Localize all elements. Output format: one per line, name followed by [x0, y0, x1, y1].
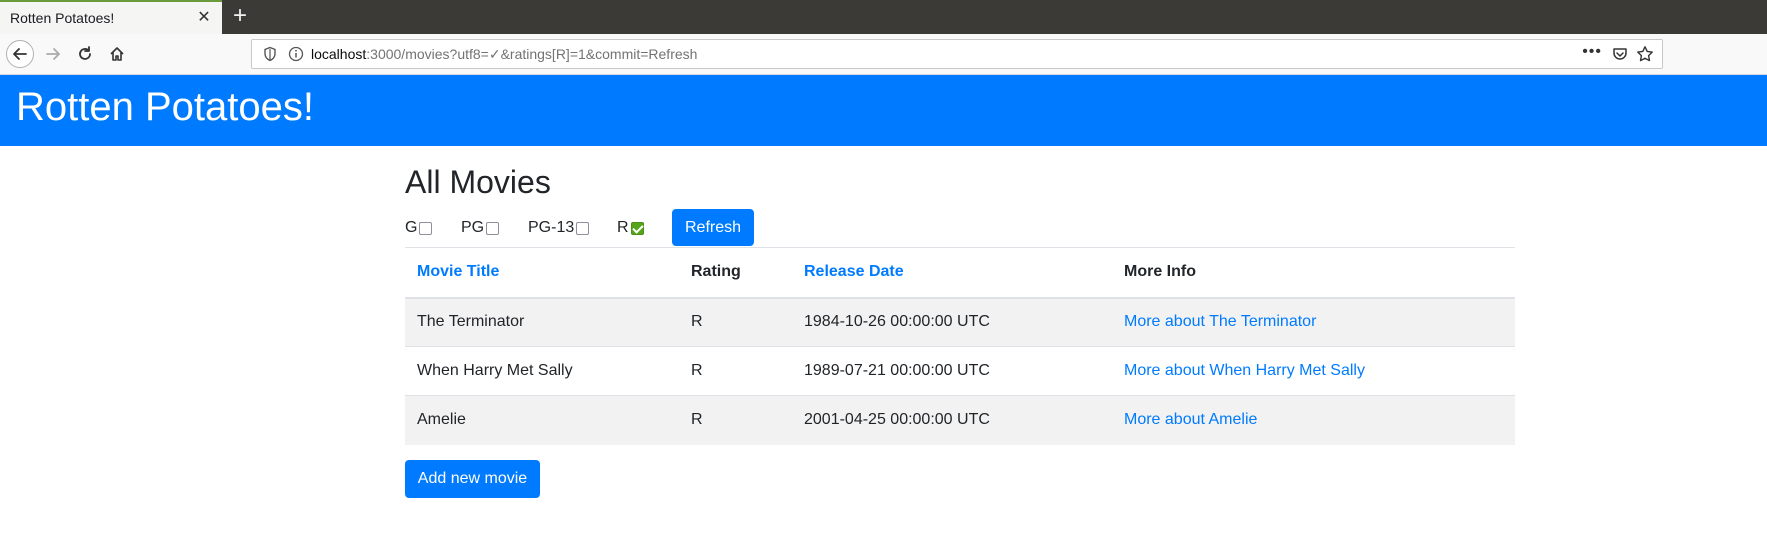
- url-bar[interactable]: localhost:3000/movies?utf8=✓&ratings[R]=…: [251, 39, 1663, 69]
- more-info-link[interactable]: More about When Harry Met Sally: [1124, 362, 1365, 379]
- browser-tab-bar: Rotten Potatoes! ✕ +: [0, 0, 1767, 34]
- movie-title-cell: Amelie: [417, 411, 466, 429]
- more-info-link[interactable]: More about The Terminator: [1124, 313, 1316, 330]
- movie-rating-cell: R: [691, 411, 703, 429]
- home-icon[interactable]: [104, 41, 130, 67]
- page-title: All Movies: [405, 164, 551, 200]
- filter-pg-13[interactable]: PG-13: [528, 219, 590, 237]
- pocket-icon[interactable]: [1612, 46, 1628, 62]
- filter-pg[interactable]: PG: [461, 219, 500, 237]
- checkbox-pg[interactable]: [486, 221, 500, 235]
- filter-label-g: G: [405, 219, 418, 236]
- movie-release-cell: 1984-10-26 00:00:00 UTC: [804, 313, 990, 331]
- movies-table: Movie Title Rating Release Date More Inf…: [405, 247, 1515, 445]
- back-icon[interactable]: [6, 40, 34, 68]
- forward-icon[interactable]: [40, 41, 66, 67]
- new-tab-icon[interactable]: +: [228, 4, 252, 28]
- movie-release-cell: 1989-07-21 00:00:00 UTC: [804, 362, 990, 379]
- movie-title-cell: When Harry Met Sally: [417, 362, 573, 379]
- movie-rating-cell: R: [691, 313, 703, 331]
- close-icon[interactable]: ✕: [194, 8, 214, 28]
- browser-nav-bar: localhost:3000/movies?utf8=✓&ratings[R]=…: [0, 34, 1767, 75]
- shield-icon[interactable]: [262, 46, 278, 62]
- filter-label-pg: PG: [461, 219, 485, 236]
- filter-label-pg-13: PG-13: [528, 219, 575, 236]
- url-text[interactable]: localhost:3000/movies?utf8=✓&ratings[R]=…: [311, 46, 697, 63]
- movie-info-cell: More about Amelie: [1112, 396, 1515, 445]
- table-row: The Terminator R 1984-10-26 00:00:00 UTC…: [405, 297, 1515, 347]
- add-new-movie-button[interactable]: Add new movie: [405, 460, 540, 498]
- sort-by-title-link[interactable]: Movie Title: [417, 263, 499, 280]
- table-header-row: Movie Title Rating Release Date More Inf…: [405, 247, 1515, 298]
- movie-title-cell: The Terminator: [417, 313, 525, 331]
- sort-by-release-date-link[interactable]: Release Date: [804, 263, 904, 280]
- movie-info-cell: More about When Harry Met Sally: [1112, 347, 1515, 396]
- browser-tab[interactable]: Rotten Potatoes! ✕: [0, 0, 222, 34]
- url-path: :3000/movies?utf8=✓&ratings[R]=1&commit=…: [366, 46, 698, 62]
- column-header-rating: Rating: [691, 263, 741, 281]
- movie-rating-cell: R: [691, 362, 703, 379]
- ratings-filter-form: G PG PG-13 R Refresh: [405, 209, 1515, 246]
- site-title: Rotten Potatoes!: [16, 85, 314, 129]
- refresh-button[interactable]: Refresh: [672, 209, 754, 246]
- site-header: Rotten Potatoes!: [0, 75, 1767, 146]
- reload-icon[interactable]: [72, 41, 98, 67]
- checkbox-r[interactable]: [630, 221, 644, 235]
- info-icon[interactable]: [288, 46, 304, 62]
- column-header-more-info: More Info: [1124, 263, 1196, 281]
- filter-r[interactable]: R: [617, 219, 644, 237]
- checkbox-g[interactable]: [419, 221, 433, 235]
- checkbox-pg-13[interactable]: [576, 221, 590, 235]
- table-row: When Harry Met Sally R 1989-07-21 00:00:…: [405, 346, 1515, 396]
- filter-g[interactable]: G: [405, 219, 433, 237]
- column-header-release-date: Release Date: [792, 248, 1112, 298]
- more-info-link[interactable]: More about Amelie: [1124, 411, 1257, 428]
- table-row: Amelie R 2001-04-25 00:00:00 UTC More ab…: [405, 395, 1515, 445]
- tab-title: Rotten Potatoes!: [10, 10, 115, 26]
- movie-info-cell: More about The Terminator: [1112, 298, 1515, 347]
- bookmark-star-icon[interactable]: [1636, 45, 1654, 63]
- column-header-title: Movie Title: [405, 248, 679, 298]
- page-actions-icon[interactable]: •••: [1582, 43, 1602, 61]
- url-host: localhost: [311, 46, 367, 62]
- filter-label-r: R: [617, 219, 629, 236]
- movie-release-cell: 2001-04-25 00:00:00 UTC: [804, 411, 990, 429]
